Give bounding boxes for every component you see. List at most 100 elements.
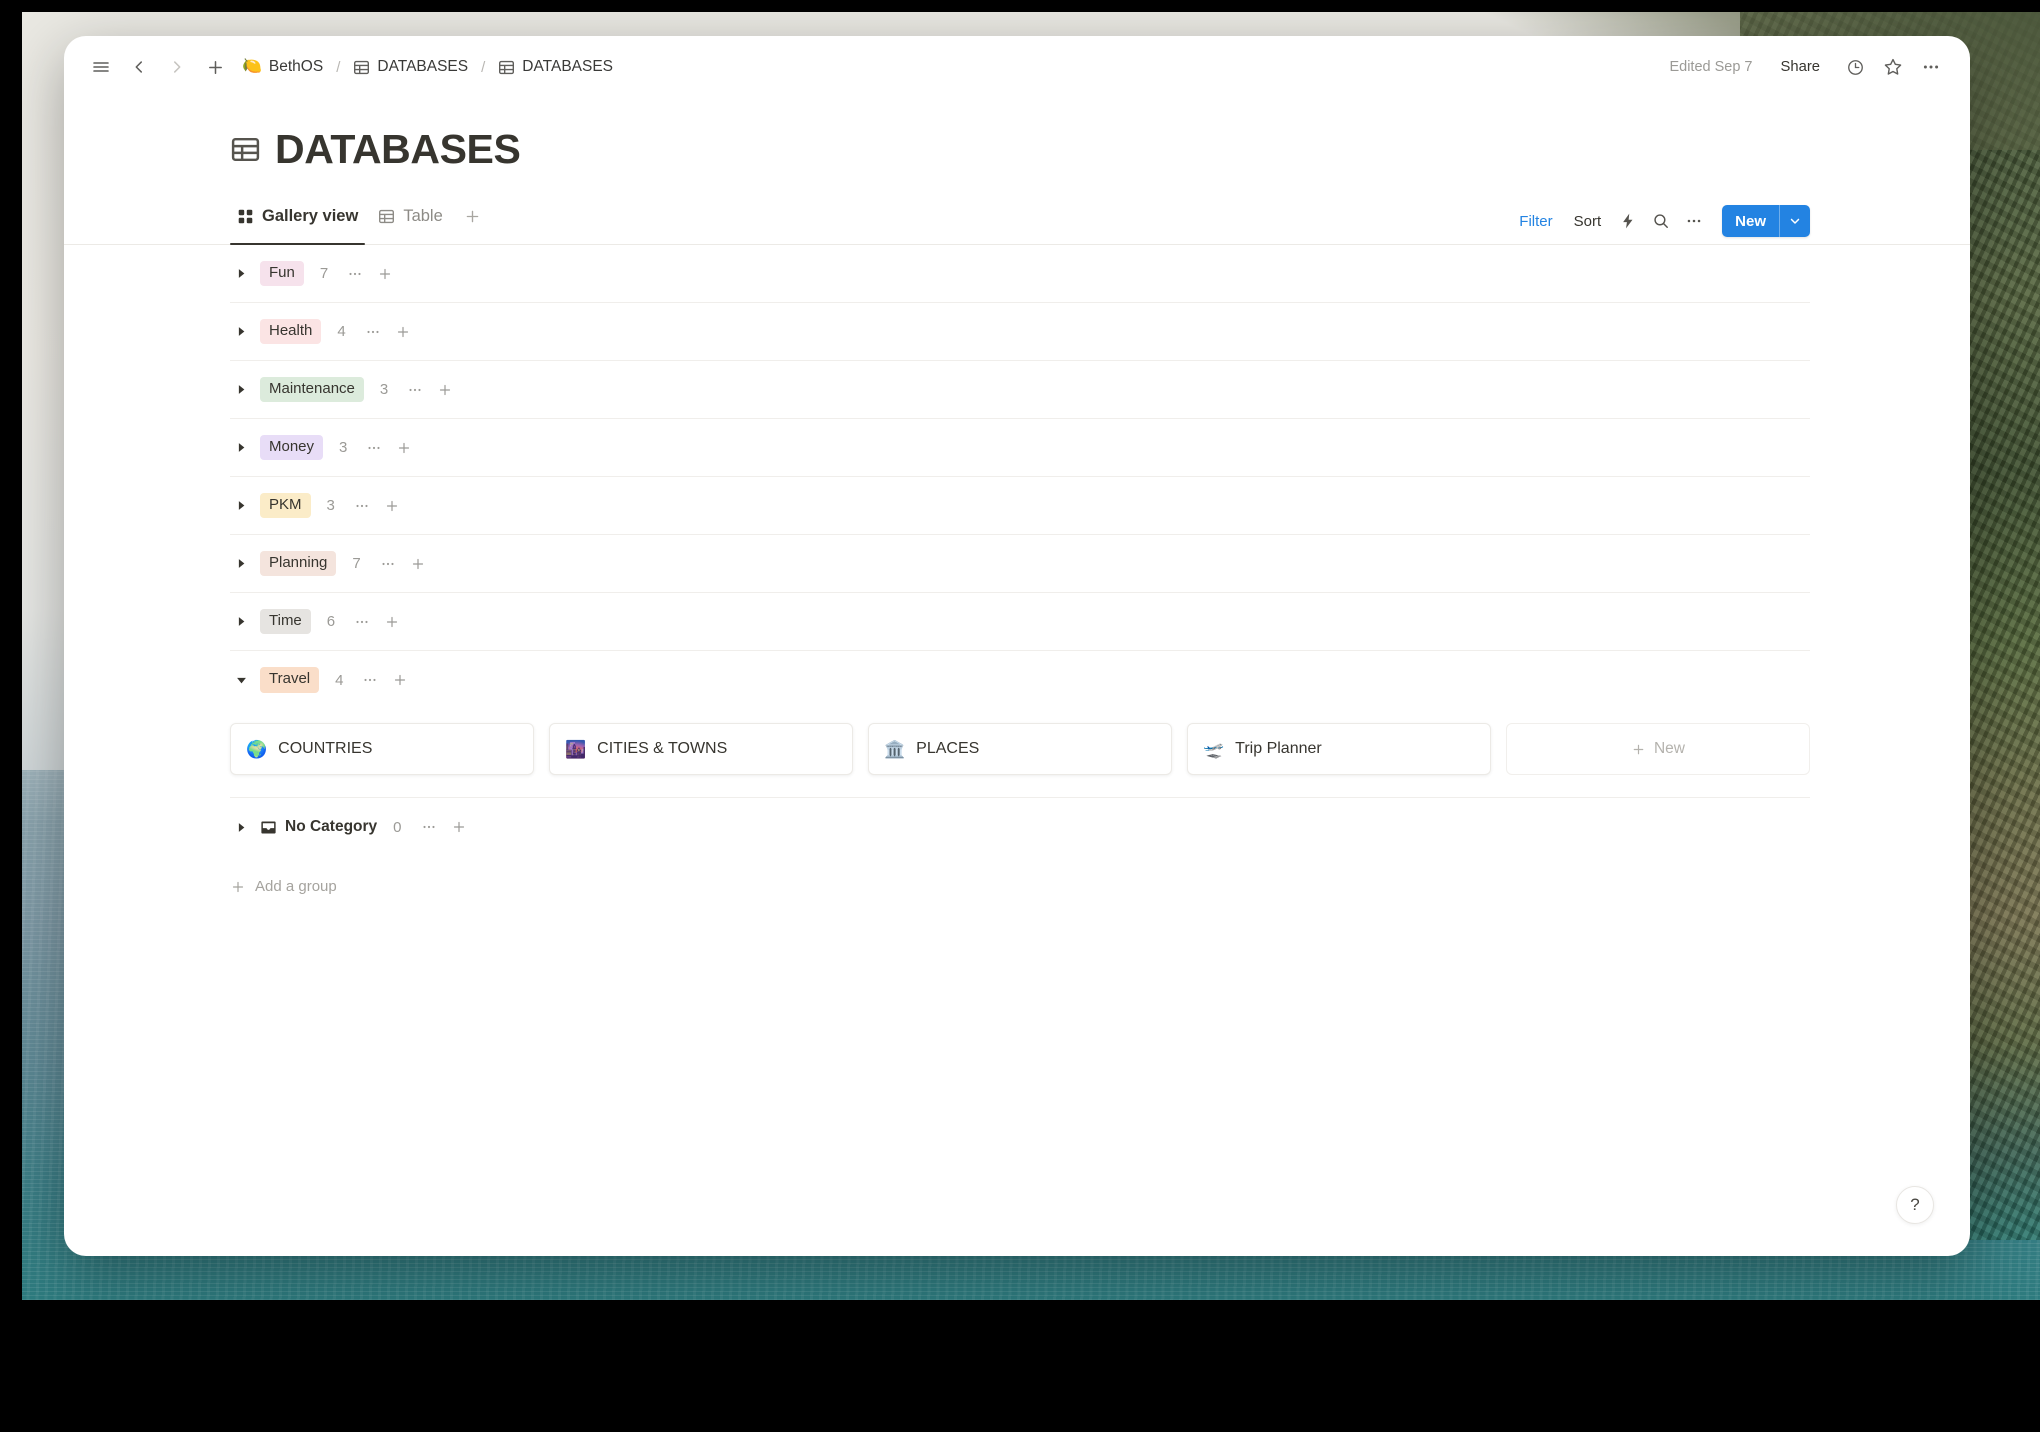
group-add-icon[interactable]: [448, 816, 470, 838]
group-add-icon[interactable]: [374, 263, 396, 285]
group-more-icon[interactable]: [377, 553, 399, 575]
toolbar-more-icon[interactable]: [1679, 206, 1709, 236]
table-icon: [230, 134, 261, 165]
tab-table[interactable]: Table: [371, 199, 449, 244]
group-more-icon[interactable]: [418, 816, 440, 838]
gallery-card-title: Trip Planner: [1235, 740, 1322, 757]
tab-gallery-view-label: Gallery view: [262, 207, 359, 225]
group-row-no-category[interactable]: No Category 0: [230, 798, 1810, 856]
page-content: DATABASES Gallery view Table Filter Sort…: [64, 98, 1970, 895]
view-tabs: Gallery view Table: [230, 199, 489, 245]
group-more-icon[interactable]: [359, 669, 381, 691]
group-label-no-category: No Category: [260, 818, 377, 836]
new-page-icon[interactable]: [198, 50, 232, 84]
screen-bezel-top: [0, 0, 2040, 12]
breadcrumb-separator: /: [336, 58, 341, 76]
group-count-maintenance: 3: [379, 381, 389, 398]
breadcrumb-item-databases-parent[interactable]: DATABASES: [347, 55, 474, 79]
group-more-icon[interactable]: [363, 437, 385, 459]
topbar-left: 🍋 BethOS / DATABASES / DATABASES: [84, 50, 1669, 84]
group-add-icon[interactable]: [381, 611, 403, 633]
caret-right-icon[interactable]: [230, 553, 252, 575]
gallery-card-cities-and-towns[interactable]: 🌆 CITIES & TOWNS: [549, 723, 853, 775]
group-row-maintenance[interactable]: Maintenance 3: [230, 361, 1810, 419]
group-tag-pkm: PKM: [260, 492, 311, 519]
chevron-down-icon[interactable]: [1780, 205, 1810, 237]
group-row-time[interactable]: Time 6: [230, 593, 1810, 651]
caret-down-icon[interactable]: [230, 669, 252, 691]
forward-icon[interactable]: [160, 50, 194, 84]
back-icon[interactable]: [122, 50, 156, 84]
gallery-card-new[interactable]: New: [1506, 723, 1810, 775]
database-toolbar: Filter Sort New: [1510, 205, 1810, 244]
group-tag-travel: Travel: [260, 667, 320, 693]
group-row-fun[interactable]: Fun 7: [230, 245, 1810, 303]
group-add-icon[interactable]: [392, 321, 414, 343]
gallery-card-countries[interactable]: 🌍 COUNTRIES: [230, 723, 534, 775]
group-count-time: 6: [326, 613, 336, 630]
group-tag-money: Money: [260, 434, 324, 461]
sort-button[interactable]: Sort: [1565, 207, 1611, 236]
group-more-icon[interactable]: [362, 321, 384, 343]
gallery-card-trip-planner[interactable]: 🛫 Trip Planner: [1187, 723, 1491, 775]
group-row-health[interactable]: Health 4: [230, 303, 1810, 361]
gallery-card-places[interactable]: 🏛️ PLACES: [868, 723, 1172, 775]
group-more-icon[interactable]: [351, 611, 373, 633]
new-record-button[interactable]: New: [1722, 205, 1810, 237]
caret-right-icon[interactable]: [230, 379, 252, 401]
gallery-card-new-label: New: [1653, 740, 1685, 757]
tab-gallery-view[interactable]: Gallery view: [230, 199, 366, 245]
group-row-money[interactable]: Money 3: [230, 419, 1810, 477]
gallery-groups: Fun 7 Health 4 Maintenance 3 Money 3 PKM…: [64, 245, 1970, 895]
page-title-row: DATABASES: [64, 98, 1970, 173]
page-title: DATABASES: [275, 126, 521, 172]
group-add-icon[interactable]: [407, 553, 429, 575]
group-more-icon[interactable]: [404, 379, 426, 401]
more-options-icon[interactable]: [1914, 50, 1948, 84]
share-button[interactable]: Share: [1771, 53, 1831, 81]
group-more-icon[interactable]: [351, 495, 373, 517]
clock-icon[interactable]: [1838, 50, 1872, 84]
group-row-travel[interactable]: Travel 4: [230, 651, 1810, 709]
group-add-icon[interactable]: [434, 379, 456, 401]
caret-right-icon[interactable]: [230, 611, 252, 633]
caret-right-icon[interactable]: [230, 495, 252, 517]
add-group-label: Add a group: [255, 878, 337, 895]
caret-right-icon[interactable]: [230, 816, 252, 838]
add-view-icon[interactable]: [456, 208, 489, 235]
breadcrumb-item-databases-current[interactable]: DATABASES: [492, 55, 619, 79]
group-more-icon[interactable]: [344, 263, 366, 285]
hamburger-menu-icon[interactable]: [84, 50, 118, 84]
globe-emoji: 🌍: [246, 739, 268, 759]
breadcrumb-item-workspace[interactable]: 🍋 BethOS: [236, 55, 329, 79]
group-add-icon[interactable]: [393, 437, 415, 459]
star-icon[interactable]: [1876, 50, 1910, 84]
travel-cards-row: 🌍 COUNTRIES 🌆 CITIES & TOWNS 🏛️ PLACES 🛫…: [230, 709, 1810, 798]
add-group-button[interactable]: Add a group: [230, 856, 1810, 895]
search-icon[interactable]: [1646, 206, 1676, 236]
caret-right-icon[interactable]: [230, 263, 252, 285]
help-button[interactable]: ?: [1896, 1186, 1934, 1224]
group-count-travel: 4: [335, 671, 344, 689]
lightning-bolt-icon[interactable]: [1613, 206, 1643, 236]
gallery-card-title: COUNTRIES: [278, 740, 373, 757]
group-count-money: 3: [339, 439, 348, 456]
edited-timestamp: Edited Sep 7: [1669, 59, 1753, 75]
lemon-emoji: 🍋: [242, 58, 262, 75]
group-row-planning[interactable]: Planning 7: [230, 535, 1810, 593]
topbar-right: Edited Sep 7 Share: [1669, 50, 1948, 84]
caret-right-icon[interactable]: [230, 437, 252, 459]
airplane-departure-emoji: 🛫: [1203, 739, 1225, 759]
group-row-pkm[interactable]: PKM 3: [230, 477, 1810, 535]
group-add-icon[interactable]: [389, 669, 411, 691]
breadcrumb-label-databases-parent: DATABASES: [377, 58, 469, 75]
group-tag-maintenance: Maintenance: [260, 376, 364, 403]
filter-button[interactable]: Filter: [1510, 207, 1561, 236]
group-tag-fun: Fun: [260, 260, 304, 287]
group-add-icon[interactable]: [381, 495, 403, 517]
caret-right-icon[interactable]: [230, 321, 252, 343]
view-toolbar: Gallery view Table Filter Sort New: [64, 199, 1970, 245]
tab-table-label: Table: [403, 207, 443, 225]
new-record-label: New: [1735, 212, 1766, 230]
breadcrumb-label-workspace: BethOS: [268, 58, 324, 75]
